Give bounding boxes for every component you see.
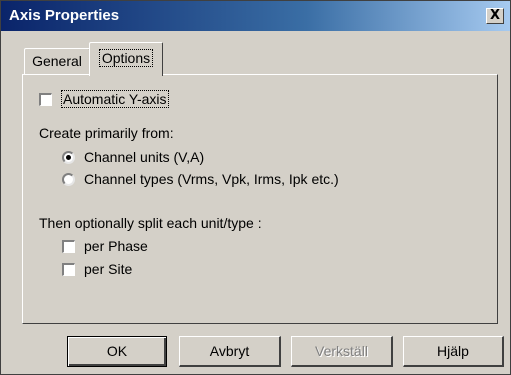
window-title: Axis Properties — [9, 7, 120, 24]
ok-button-label: OK — [106, 343, 128, 359]
tab-general-label: General — [32, 53, 82, 69]
per-site-checkbox[interactable] — [62, 263, 75, 276]
tab-general[interactable]: General — [24, 48, 90, 74]
help-button[interactable]: Hjälp — [403, 336, 504, 367]
tab-options-label: Options — [98, 49, 154, 67]
per-phase-checkbox[interactable] — [62, 240, 75, 253]
split-heading: Then optionally split each unit/type : — [39, 215, 262, 231]
cancel-button-label: Avbryt — [209, 343, 250, 359]
apply-button-label: Verkställ — [315, 343, 368, 359]
close-button[interactable]: X — [486, 8, 504, 24]
automatic-y-axis-label[interactable]: Automatic Y-axis — [61, 90, 169, 108]
automatic-y-axis-checkbox[interactable] — [39, 93, 52, 106]
ok-button[interactable]: OK — [67, 336, 167, 367]
channel-types-radio[interactable] — [62, 173, 75, 186]
title-bar[interactable]: Axis Properties X — [1, 1, 510, 31]
create-primarily-heading: Create primarily from: — [39, 125, 174, 141]
per-phase-label[interactable]: per Phase — [84, 238, 148, 254]
options-panel: Automatic Y-axis Create primarily from: … — [22, 74, 498, 324]
apply-button[interactable]: Verkställ — [291, 336, 393, 367]
channel-units-radio[interactable] — [62, 151, 75, 164]
axis-properties-dialog: Axis Properties X General Options Automa… — [0, 0, 511, 375]
close-icon: X — [489, 8, 501, 23]
per-site-label[interactable]: per Site — [84, 261, 132, 277]
channel-types-label[interactable]: Channel types (Vrms, Vpk, Irms, Ipk etc.… — [84, 171, 339, 187]
help-button-label: Hjälp — [437, 343, 469, 359]
tab-options[interactable]: Options — [89, 42, 163, 76]
cancel-button[interactable]: Avbryt — [179, 336, 281, 367]
channel-units-label[interactable]: Channel units (V,A) — [84, 149, 204, 165]
